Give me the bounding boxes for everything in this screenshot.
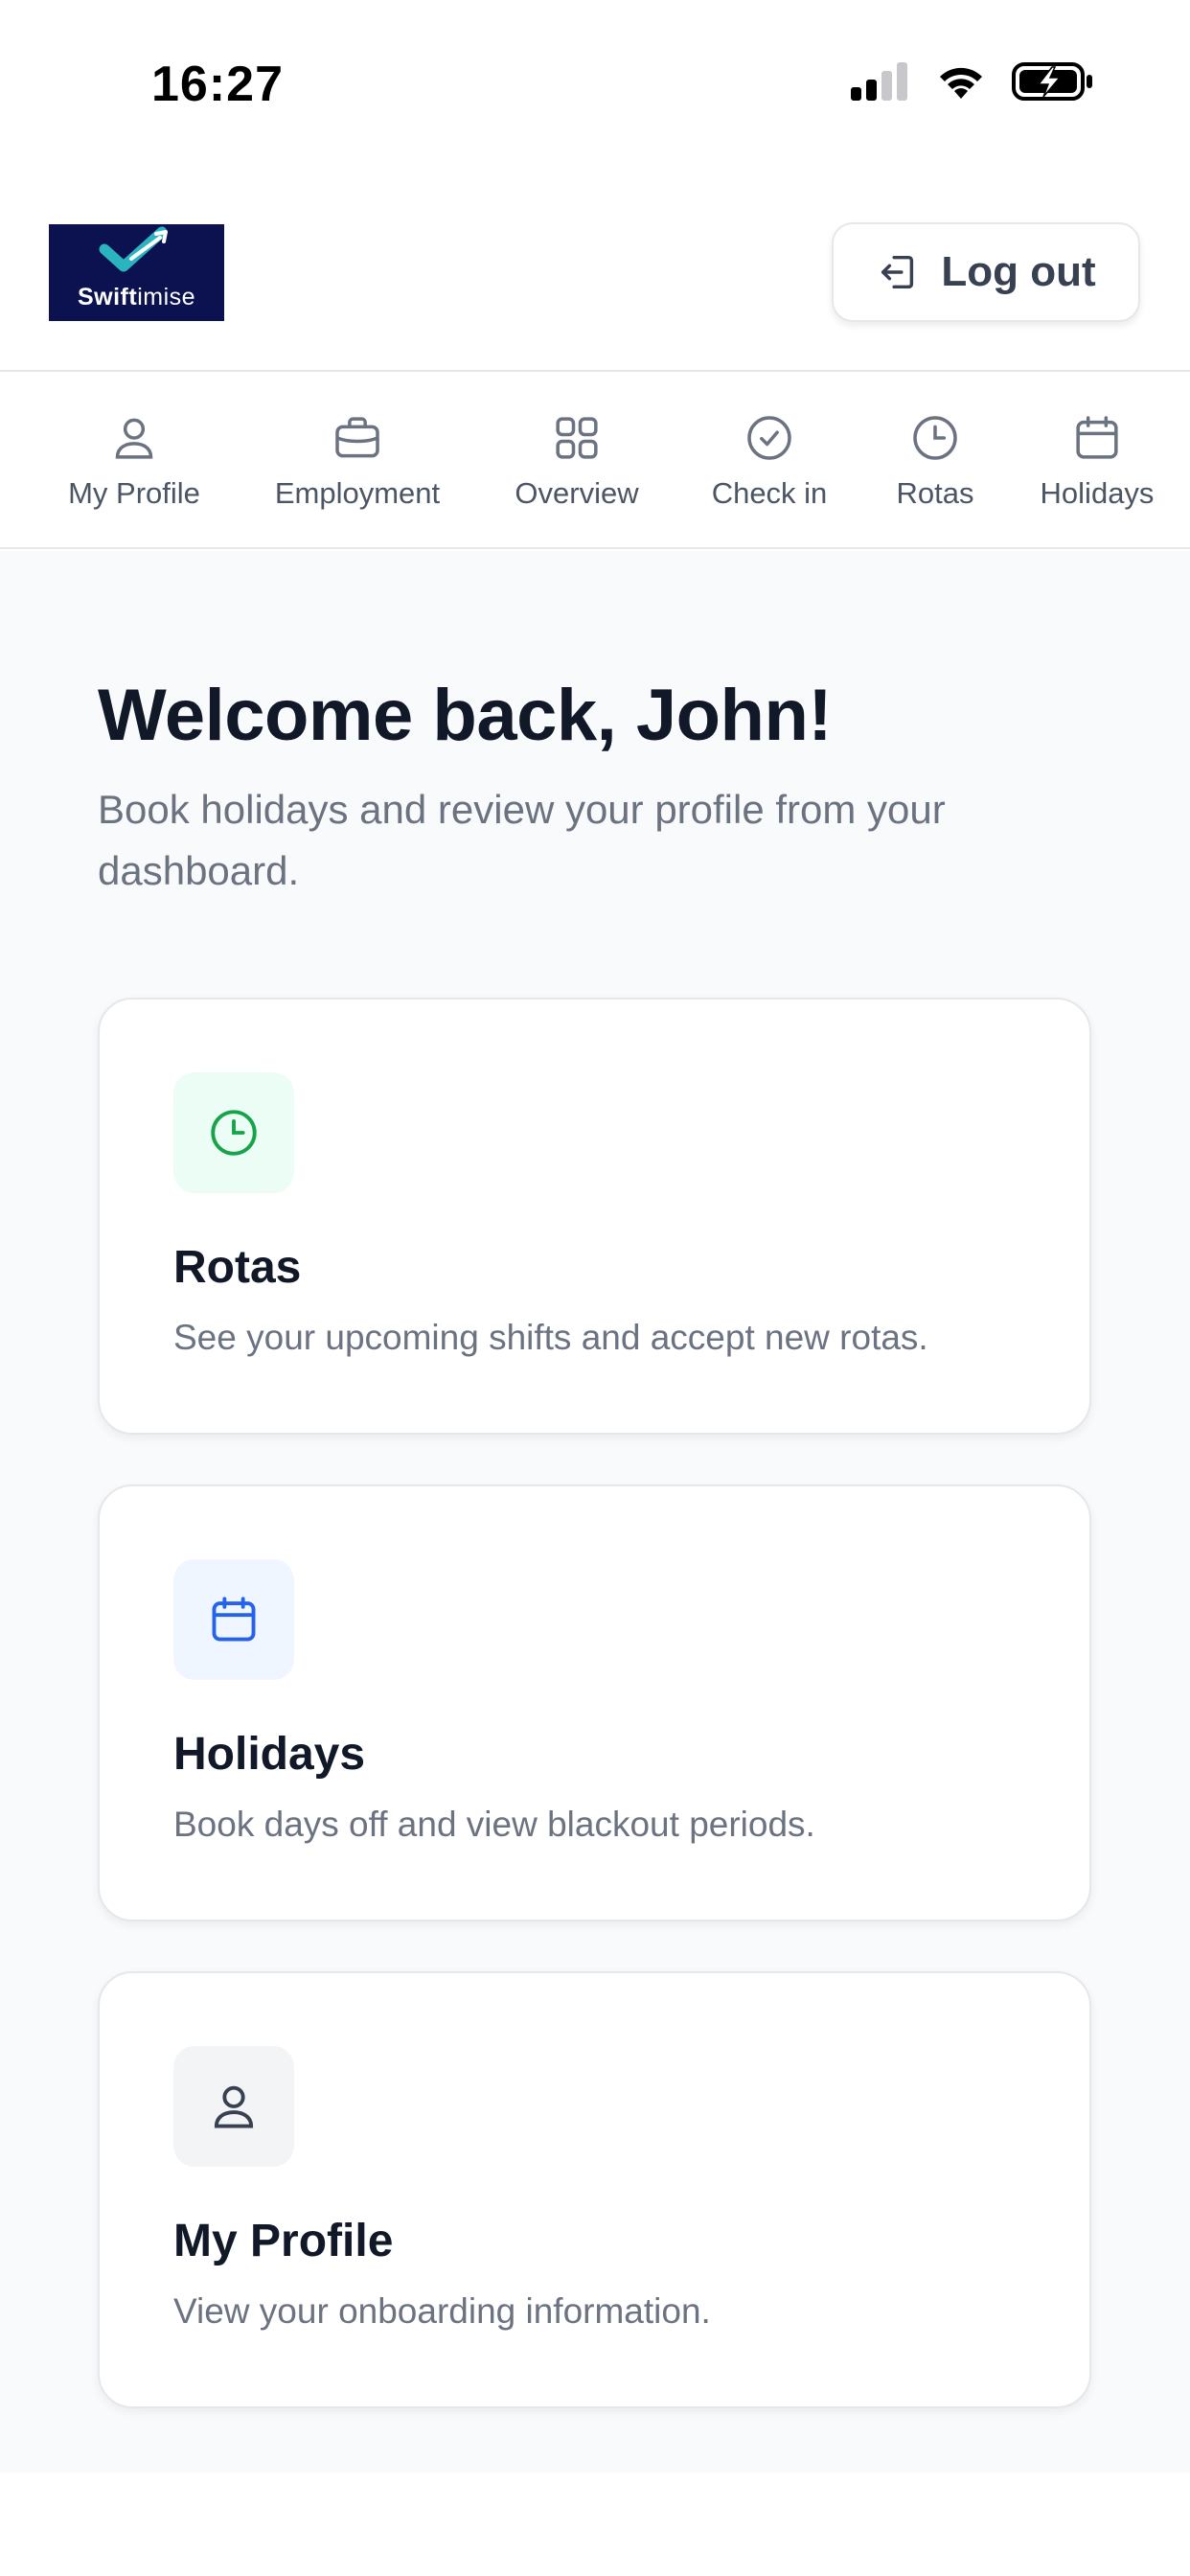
calendar-icon <box>212 1597 256 1642</box>
nav-label: Employment <box>274 476 441 510</box>
card-icon-box <box>173 1072 294 1193</box>
bottom-safe-area <box>0 2472 1190 2576</box>
nav-item-employment[interactable]: Employment <box>266 411 448 526</box>
nav-label: My Profile <box>68 476 200 510</box>
battery-charging-icon <box>1012 62 1092 101</box>
cellular-signal-icon <box>851 62 907 101</box>
card-rotas[interactable]: Rotas See your upcoming shifts and accep… <box>98 998 1091 1435</box>
wifi-icon <box>940 67 982 99</box>
nav-label: Check in <box>711 476 828 510</box>
nav-item-holidays[interactable]: Holidays <box>1033 411 1161 526</box>
page-title: Welcome back, John! <box>98 675 833 756</box>
logout-icon <box>881 255 914 289</box>
nav-item-overview[interactable]: Overview <box>506 411 648 526</box>
swiftimise-logo[interactable]: Swiftimise <box>49 224 224 321</box>
logo-text-light: imise <box>137 284 196 310</box>
nav-item-my-profile[interactable]: My Profile <box>59 411 209 526</box>
card-title: Holidays <box>173 1729 366 1780</box>
card-description: Book days off and view blackout periods. <box>173 1805 815 1844</box>
briefcase-icon <box>335 417 379 458</box>
page-subtitle: Book holidays and review your profile fr… <box>98 787 946 893</box>
card-description: View your onboarding information. <box>173 2291 711 2331</box>
card-my-profile[interactable]: My Profile View your onboarding informat… <box>98 1971 1091 2408</box>
nav-label: Rotas <box>896 476 974 510</box>
status-bar: 16:27 <box>0 0 1190 172</box>
clock-icon <box>913 416 957 460</box>
nav-label: Holidays <box>1040 476 1155 510</box>
card-title: Rotas <box>173 1242 302 1293</box>
nav-item-rotas[interactable]: Rotas <box>889 411 981 526</box>
nav-item-check-in[interactable]: Check in <box>705 411 834 526</box>
user-icon <box>115 418 153 459</box>
nav-label: Overview <box>515 476 639 510</box>
logout-label: Log out <box>941 248 1096 295</box>
calendar-icon <box>1076 416 1118 459</box>
grid-icon <box>556 417 598 459</box>
nav-bar: My Profile Employment Overview Check in … <box>0 373 1190 549</box>
logo-wordmark: Swiftimise <box>49 284 224 311</box>
status-time: 16:27 <box>151 57 284 112</box>
logo-text-bold: Swift <box>77 284 138 310</box>
dashboard-main: Welcome back, John! Book holidays and re… <box>0 551 1190 2472</box>
clock-icon <box>211 1110 257 1156</box>
logout-button[interactable]: Log out <box>832 222 1140 322</box>
app-header: Swiftimise Log out <box>0 172 1190 372</box>
check-circle-icon <box>747 416 791 460</box>
card-icon-box <box>173 2046 294 2167</box>
user-icon <box>214 2085 254 2128</box>
card-holidays[interactable]: Holidays Book days off and view blackout… <box>98 1484 1091 1921</box>
status-icons <box>851 61 1094 102</box>
card-icon-box <box>173 1559 294 1680</box>
card-description: See your upcoming shifts and accept new … <box>173 1318 928 1357</box>
card-title: My Profile <box>173 2216 394 2266</box>
